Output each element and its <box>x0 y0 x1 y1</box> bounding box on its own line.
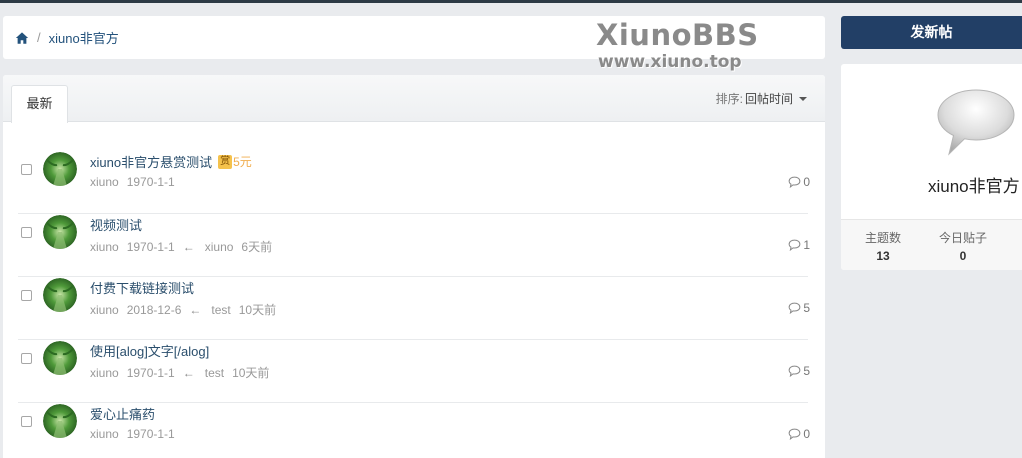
thread-row[interactable]: 爱心止痛药 xiuno 1970-1-1 0 <box>18 403 810 458</box>
reply-count-value: 0 <box>803 175 810 189</box>
reply-count: 1 <box>788 238 810 252</box>
last-reply-arrow: ← <box>182 365 195 380</box>
thread-title-row: 视频测试 <box>90 215 142 234</box>
reply-count: 5 <box>788 364 810 378</box>
speech-bubble-icon <box>937 89 1015 156</box>
last-reply-time: 10天前 <box>232 366 270 380</box>
top-bar <box>0 0 1022 3</box>
thread-row[interactable]: 付费下载链接测试 xiuno 2018-12-6 ← test 10天前 5 <box>18 277 810 340</box>
thread-title[interactable]: 使用[alog]文字[/alog] <box>90 341 209 360</box>
caret-down-icon <box>799 96 807 101</box>
last-reply-user[interactable]: xiuno <box>205 240 234 254</box>
thread-select-checkbox[interactable] <box>21 416 32 427</box>
sort-dropdown[interactable]: 排序: 回帖时间 <box>716 90 807 107</box>
thread-list: xiuno非官方悬赏测试 赏 5元 xiuno 1970-1-1 0 视频测试 … <box>3 151 825 458</box>
sort-label: 排序: <box>715 92 743 106</box>
thread-row[interactable]: 视频测试 xiuno 1970-1-1 ← xiuno 6天前 1 <box>18 214 810 277</box>
reply-count-value: 5 <box>803 364 810 378</box>
last-reply-user[interactable]: test <box>205 366 224 380</box>
stat-label: 主题数 <box>864 231 901 245</box>
stat-label: 今日贴子 <box>938 231 987 245</box>
home-icon[interactable] <box>15 31 29 45</box>
avatar[interactable] <box>43 341 77 375</box>
comment-icon <box>788 302 803 314</box>
thread-author[interactable]: xiuno <box>90 240 119 254</box>
breadcrumb-separator: / <box>37 30 41 45</box>
thread-author[interactable]: xiuno <box>90 175 119 189</box>
last-reply-time: 6天前 <box>241 240 273 254</box>
thread-select-checkbox[interactable] <box>21 290 32 301</box>
thread-meta: xiuno 1970-1-1 ← xiuno 6天前 <box>90 238 280 255</box>
comment-icon <box>788 428 803 440</box>
breadcrumb-forum-link[interactable]: xiuno非官方 <box>49 28 119 47</box>
forum-stats: 主题数 13 今日贴子 0 <box>841 219 1022 270</box>
comment-icon <box>788 176 803 188</box>
thread-select-checkbox[interactable] <box>21 164 32 175</box>
reply-count-value: 1 <box>803 238 810 252</box>
thread-title-row: xiuno非官方悬赏测试 赏 5元 <box>90 152 252 171</box>
thread-author[interactable]: xiuno <box>90 303 119 317</box>
thread-meta: xiuno 2018-12-6 ← test 10天前 <box>90 301 284 318</box>
stat-today-posts: 今日贴子 0 <box>933 229 993 263</box>
comment-icon <box>788 239 803 251</box>
thread-meta: xiuno 1970-1-1 ← test 10天前 <box>90 364 277 381</box>
last-reply-time: 10天前 <box>238 303 277 317</box>
thread-author[interactable]: xiuno <box>90 366 119 380</box>
thread-select-checkbox[interactable] <box>21 353 32 364</box>
reward-badge: 赏 5元 <box>218 153 252 170</box>
thread-meta: xiuno 1970-1-1 <box>90 175 183 189</box>
thread-meta: xiuno 1970-1-1 <box>90 427 183 441</box>
reply-count-value: 0 <box>803 427 810 441</box>
avatar[interactable] <box>43 278 77 312</box>
thread-list-card: 最新 排序: 回帖时间 xiuno非官方悬赏测试 赏 5元 xiuno 1970… <box>3 75 825 458</box>
reward-icon: 赏 <box>218 154 233 169</box>
forum-info-card: xiuno非官方 主题数 13 今日贴子 0 <box>841 64 1022 270</box>
reply-count: 5 <box>788 301 810 315</box>
last-reply-user[interactable]: test <box>211 303 230 317</box>
last-reply-arrow: ← <box>189 302 202 317</box>
card-header: 最新 排序: 回帖时间 <box>3 75 825 123</box>
reward-amount: 5元 <box>233 155 252 169</box>
reply-count: 0 <box>788 175 810 189</box>
thread-title[interactable]: xiuno非官方悬赏测试 <box>90 152 212 171</box>
thread-date: 1970-1-1 <box>126 365 175 380</box>
thread-author[interactable]: xiuno <box>90 427 119 441</box>
stat-threads: 主题数 13 <box>853 229 913 263</box>
thread-row[interactable]: xiuno非官方悬赏测试 赏 5元 xiuno 1970-1-1 0 <box>18 151 810 214</box>
thread-select-checkbox[interactable] <box>21 227 32 238</box>
thread-title-row: 爱心止痛药 <box>90 404 155 423</box>
thread-date: 1970-1-1 <box>126 239 175 254</box>
breadcrumb: / xiuno非官方 <box>3 16 825 59</box>
thread-title-row: 付费下载链接测试 <box>90 278 194 297</box>
thread-title[interactable]: 付费下载链接测试 <box>90 278 194 297</box>
thread-title-row: 使用[alog]文字[/alog] <box>90 341 209 360</box>
sort-value: 回帖时间 <box>744 92 793 106</box>
new-post-button[interactable]: 发新帖 <box>841 16 1022 49</box>
thread-row[interactable]: 使用[alog]文字[/alog] xiuno 1970-1-1 ← test … <box>18 340 810 403</box>
comment-icon <box>788 365 803 377</box>
reply-count-value: 5 <box>803 301 810 315</box>
avatar[interactable] <box>43 404 77 438</box>
avatar[interactable] <box>43 215 77 249</box>
stat-value: 13 <box>876 249 890 263</box>
last-reply-arrow: ← <box>182 239 195 254</box>
avatar[interactable] <box>43 152 77 186</box>
thread-date: 1970-1-1 <box>126 175 175 189</box>
tab-latest[interactable]: 最新 <box>11 85 68 123</box>
thread-date: 2018-12-6 <box>126 302 182 317</box>
reply-count: 0 <box>788 427 810 441</box>
thread-title[interactable]: 视频测试 <box>90 215 142 234</box>
thread-date: 1970-1-1 <box>126 427 175 441</box>
stat-value: 0 <box>959 249 967 263</box>
thread-title[interactable]: 爱心止痛药 <box>90 404 155 423</box>
forum-name[interactable]: xiuno非官方 <box>928 172 1020 197</box>
